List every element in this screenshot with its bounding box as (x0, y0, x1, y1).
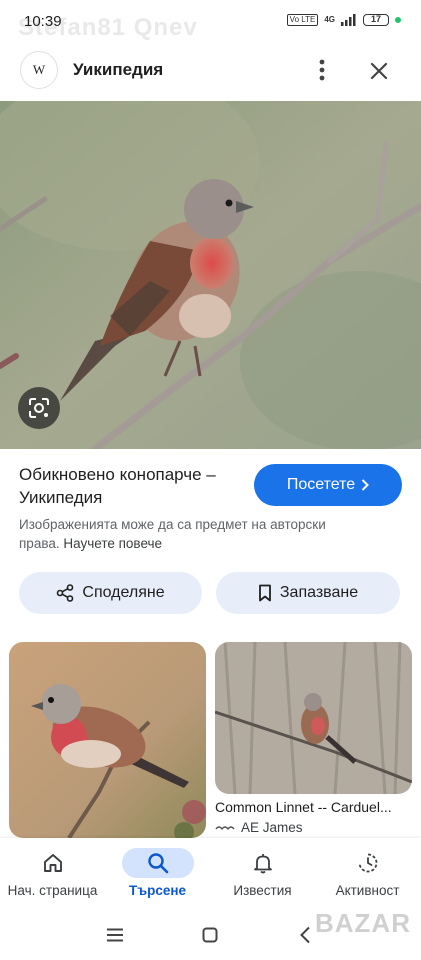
nav-icon-wrap (17, 848, 89, 878)
nav-item-search[interactable]: Търсене (105, 838, 210, 910)
share-button[interactable]: Споделяне (19, 572, 202, 614)
related-image-2-title[interactable]: Common Linnet -- Carduel... (215, 799, 413, 815)
home-icon (43, 854, 62, 872)
nav-label-notifications: Известия (233, 883, 292, 898)
recents-button[interactable] (102, 922, 128, 948)
network-type: 4G (324, 15, 335, 24)
linnet-thumbnail-2 (215, 642, 412, 794)
save-button[interactable]: Запазване (216, 572, 400, 614)
more-vert-icon (319, 59, 325, 81)
linnet-thumbnail-1 (9, 642, 206, 838)
close-icon (370, 62, 388, 80)
nav-icon-wrap (121, 848, 194, 878)
battery-indicator: 17 (363, 14, 389, 26)
search-icon (147, 853, 168, 874)
close-button[interactable] (364, 56, 394, 86)
related-image-2[interactable] (215, 642, 412, 794)
visit-button[interactable]: Посетете (254, 464, 402, 506)
linnet-photo (0, 101, 421, 449)
bottom-navigation: Нач. страница Търсене Известия Активност (0, 838, 421, 910)
status-time: 10:39 (24, 13, 62, 30)
bell-icon (253, 854, 272, 874)
visit-label: Посетете (286, 476, 356, 493)
site-name[interactable]: Уикипедия (73, 60, 163, 80)
back-chevron-icon (300, 926, 310, 944)
nav-icon-wrap (227, 848, 299, 878)
save-label: Запазване (279, 584, 359, 601)
history-icon (358, 853, 377, 873)
main-bird-image[interactable] (0, 101, 421, 449)
nav-label-home: Нач. страница (7, 883, 98, 898)
learn-more-link[interactable]: Научете повече (63, 536, 162, 551)
signal-icon (341, 14, 356, 26)
chevron-right-icon (361, 479, 370, 491)
status-bar: Stefan81 Qnev 10:39 Vo LTE 4G 17 (0, 0, 421, 44)
nav-label-search: Търсене (128, 883, 186, 898)
share-label: Споделяне (82, 584, 165, 601)
bookmark-icon (258, 584, 271, 602)
source-name: AE James (241, 820, 303, 835)
square-icon (202, 927, 218, 943)
related-image-1[interactable] (9, 642, 206, 838)
result-header: W Уикипедия (0, 44, 421, 98)
privacy-dot-icon (395, 17, 401, 23)
google-lens-button[interactable] (18, 387, 60, 429)
copyright-notice: Изображенията може да са предмет на авто… (19, 515, 359, 553)
volte-badge: Vo LTE (286, 14, 319, 26)
nav-item-activity[interactable]: Активност (315, 838, 420, 910)
home-system-button[interactable] (197, 922, 223, 948)
wikipedia-logo[interactable]: W (20, 51, 58, 89)
result-title[interactable]: Обикновено конопарче – Уикипедия (19, 463, 249, 509)
menu-icon (107, 928, 123, 942)
nav-item-notifications[interactable]: Известия (210, 838, 315, 910)
status-icons: Vo LTE 4G 17 (286, 14, 401, 26)
more-options-button[interactable] (308, 56, 336, 84)
share-icon (57, 584, 74, 602)
nav-label-activity: Активност (335, 883, 400, 898)
bazar-watermark: BAZAR (315, 908, 411, 938)
related-image-2-source: AE James (215, 820, 303, 835)
nav-item-home[interactable]: Нач. страница (0, 838, 105, 910)
source-favicon-icon (215, 825, 235, 830)
nav-icon-wrap (332, 848, 404, 878)
lens-icon (29, 398, 49, 418)
